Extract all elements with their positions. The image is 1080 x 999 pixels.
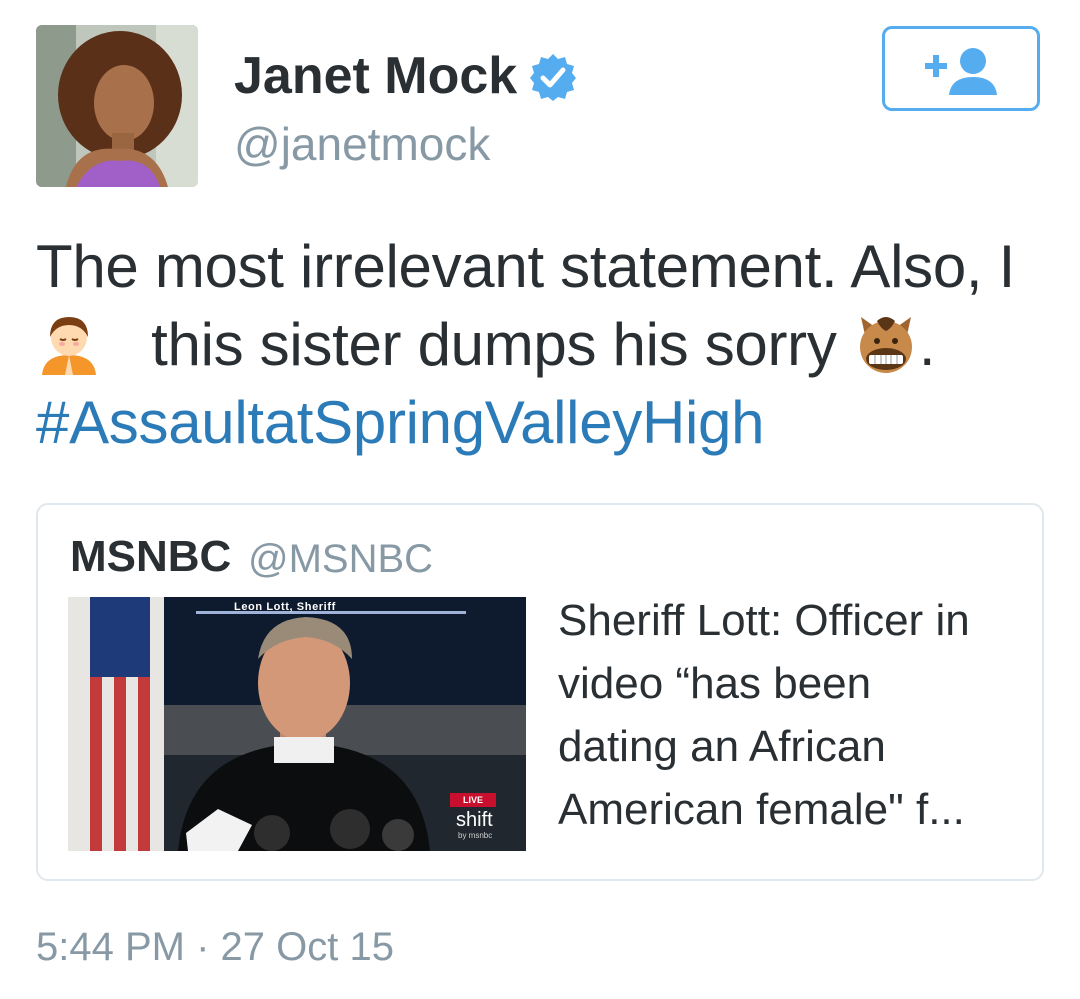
quoted-author-name: MSNBC bbox=[70, 532, 232, 581]
avatar[interactable] bbox=[36, 25, 198, 187]
tweet-line-3: #AssaultatSpringValleyHigh bbox=[36, 384, 1046, 462]
horse-face-icon bbox=[859, 317, 912, 373]
tweet-line-2: this sister dumps his sorry . bbox=[36, 306, 1046, 384]
live-badge: LIVE bbox=[450, 793, 496, 807]
tweet-line-2-end: . bbox=[918, 311, 936, 378]
quoted-author-handle: @MSNBC bbox=[248, 537, 434, 581]
author-handle[interactable]: @janetmock bbox=[234, 116, 490, 172]
person-with-folded-hands-icon bbox=[42, 317, 96, 375]
tweet-line-2-text: this sister dumps his sorry bbox=[151, 311, 837, 378]
quoted-media-thumbnail[interactable]: Leon Lott, Sheriff LIVE shift by msnbc bbox=[68, 597, 526, 851]
profile-photo bbox=[36, 25, 198, 187]
follow-button[interactable] bbox=[882, 26, 1040, 111]
thumbnail-banner: Leon Lott, Sheriff bbox=[234, 601, 336, 613]
hashtag-link[interactable]: #AssaultatSpringValleyHigh bbox=[36, 389, 764, 456]
add-user-icon bbox=[925, 48, 997, 95]
tweet-line-1: The most irrelevant statement. Also, I bbox=[36, 233, 1016, 300]
quoted-tweet-card[interactable]: MSNBC @MSNBC Leon Lott, Sheriff LIVE shi… bbox=[36, 503, 1044, 881]
author-display-name[interactable]: Janet Mock bbox=[234, 44, 517, 108]
quoted-headline: Sheriff Lott: Officer in video “has been… bbox=[558, 589, 1028, 841]
shift-logo: shift bbox=[456, 809, 493, 831]
tweet-timestamp[interactable]: 5:44 PM · 27 Oct 15 bbox=[36, 922, 394, 972]
verified-badge-icon bbox=[530, 54, 576, 101]
headline-line: American female" f... bbox=[558, 785, 965, 834]
tweet-text: The most irrelevant statement. Also, I t… bbox=[36, 228, 1046, 462]
shift-logo-subtitle: by msnbc bbox=[458, 831, 493, 840]
headline-line: dating an African bbox=[558, 722, 886, 771]
headline-line: Sheriff Lott: Officer in bbox=[558, 596, 970, 645]
headline-line: video “has been bbox=[558, 659, 872, 708]
